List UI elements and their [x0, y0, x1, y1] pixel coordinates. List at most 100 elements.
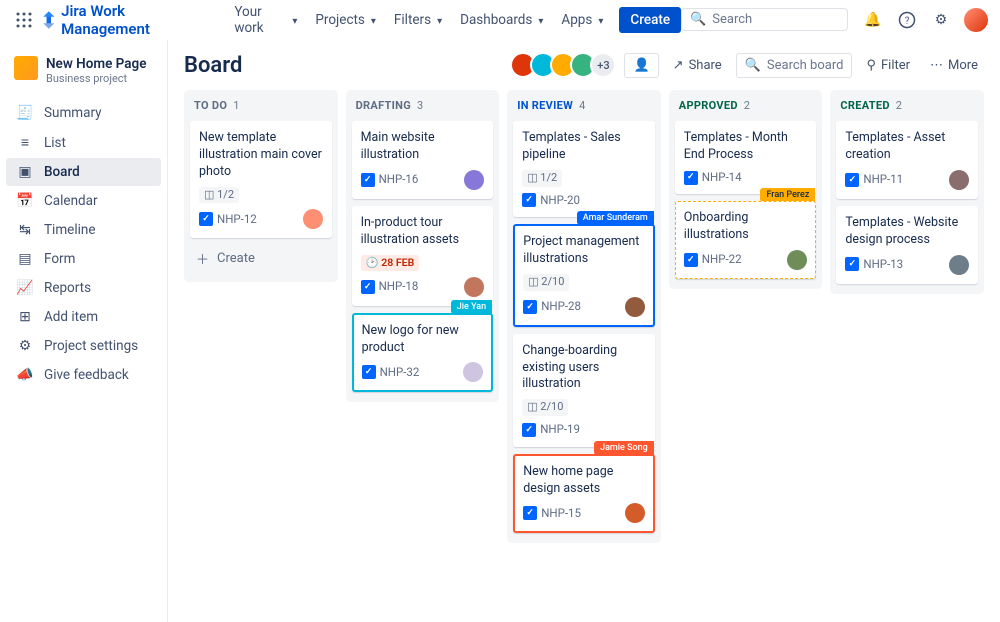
sidebar-item-label: Summary: [44, 105, 102, 121]
assignee-avatar[interactable]: [463, 362, 483, 382]
user-flag: Jamie Song: [594, 441, 654, 455]
sidebar-icon: ⊞: [16, 309, 34, 325]
sidebar-item-label: Timeline: [44, 222, 96, 238]
card-title: New home page design assets: [523, 464, 645, 498]
issue-key: NHP-22: [684, 252, 742, 268]
issue-key: NHP-11: [845, 172, 903, 188]
share-button[interactable]: ↗ Share: [667, 54, 728, 77]
sidebar-icon: 🧾: [16, 105, 34, 121]
app-switcher-icon[interactable]: [12, 8, 36, 32]
issue-key: NHP-15: [523, 506, 581, 522]
assignee-avatar[interactable]: [303, 209, 323, 229]
create-button[interactable]: Create: [619, 7, 681, 33]
assignee-avatar[interactable]: [949, 255, 969, 275]
add-people-button[interactable]: 👤: [624, 53, 658, 78]
card[interactable]: Templates - Asset creationNHP-11: [836, 121, 978, 199]
sidebar-item-summary[interactable]: 🧾 Summary: [6, 99, 161, 127]
column-title: DRAFTING: [356, 99, 411, 112]
sidebar-item-list[interactable]: ≡List: [6, 128, 161, 157]
sidebar-item-add-item[interactable]: ⊞Add item: [6, 303, 161, 331]
sidebar-item-board[interactable]: ▣ Board: [6, 158, 161, 186]
sidebar-item-reports[interactable]: 📈Reports: [6, 274, 161, 302]
task-icon: [845, 257, 859, 271]
card[interactable]: Change-boarding existing users illustrat…: [513, 334, 655, 447]
assignee-avatar[interactable]: [464, 170, 484, 190]
card[interactable]: New logo for new productNHP-32: [352, 313, 494, 393]
create-issue[interactable]: ＋Create: [190, 245, 332, 272]
column-title: APPROVED: [679, 99, 738, 112]
sidebar-item-label: Reports: [44, 280, 91, 296]
sidebar-item-project-settings[interactable]: ⚙Project settings: [6, 332, 161, 360]
profile-avatar[interactable]: [964, 8, 988, 32]
sidebar-item-form[interactable]: ▤Form: [6, 245, 161, 273]
sidebar-item-label: Give feedback: [44, 367, 129, 383]
sidebar-item-give-feedback[interactable]: 📣Give feedback: [6, 361, 161, 389]
issue-key: NHP-12: [199, 212, 257, 228]
sidebar-item-timeline[interactable]: ↹ Timeline: [6, 216, 161, 244]
assignee-avatar[interactable]: [625, 297, 645, 317]
card-title: Main website illustration: [361, 130, 485, 164]
card[interactable]: New home page design assets NHP-15: [513, 454, 655, 534]
column-count: 2: [744, 99, 750, 112]
subtask-progress: ◫ 1/2: [522, 170, 562, 187]
card[interactable]: Onboarding illustrationsNHP-22: [675, 201, 817, 279]
board: TO DO1New template illustration main cov…: [184, 90, 984, 543]
nav-item[interactable]: Apps: [553, 8, 611, 32]
notifications-icon[interactable]: 🔔: [862, 9, 884, 31]
card-title: Project management illustrations: [523, 234, 645, 268]
column: IN REVIEW4Templates - Sales pipeline◫ 1/…: [507, 90, 661, 543]
nav-item[interactable]: Filters: [386, 8, 450, 32]
issue-key: NHP-19: [522, 422, 580, 438]
help-icon[interactable]: ?: [896, 9, 918, 31]
card[interactable]: Templates - Sales pipeline◫ 1/2NHP-20Ama…: [513, 121, 655, 217]
column: CREATED2Templates - Asset creationNHP-11…: [830, 90, 984, 294]
column: TO DO1New template illustration main cov…: [184, 90, 338, 282]
column: DRAFTING3Main website illustrationNHP-16…: [346, 90, 500, 402]
card-title: New logo for new product: [362, 323, 484, 357]
chevron-down-icon: [536, 12, 543, 28]
sidebar-item-label: Board: [44, 164, 80, 180]
card[interactable]: Templates - Website design processNHP-13: [836, 206, 978, 284]
task-icon: [684, 253, 698, 267]
avatar-overflow[interactable]: +3: [590, 52, 616, 78]
board-search[interactable]: 🔍 Search board: [736, 53, 853, 78]
task-icon: [684, 171, 698, 185]
assignee-avatar[interactable]: [464, 277, 484, 297]
assignee-avatar[interactable]: [625, 503, 645, 523]
task-icon: [523, 300, 537, 314]
global-search[interactable]: 🔍 Search: [681, 8, 848, 31]
column-title: TO DO: [194, 99, 227, 112]
assignee-avatar[interactable]: [787, 250, 807, 270]
sidebar-item-calendar[interactable]: 📅Calendar: [6, 187, 161, 215]
card[interactable]: Templates - Month End ProcessNHP-14Fran …: [675, 121, 817, 194]
assignee-avatar[interactable]: [949, 170, 969, 190]
filter-button[interactable]: ⚲ Filter: [860, 54, 916, 77]
chevron-down-icon: [435, 12, 442, 28]
card-title: Templates - Website design process: [845, 215, 969, 249]
settings-icon[interactable]: ⚙: [930, 9, 952, 31]
task-icon: [522, 193, 536, 207]
column-count: 2: [896, 99, 902, 112]
search-icon: 🔍: [690, 12, 706, 27]
product-logo[interactable]: Jira Work Management: [40, 2, 215, 38]
more-button[interactable]: ⋯ More: [924, 54, 984, 77]
nav-item[interactable]: Your work: [226, 0, 305, 40]
card[interactable]: In-product tour illustration assets🕑 28 …: [352, 206, 494, 306]
sidebar-icon: ▣: [16, 164, 34, 180]
card[interactable]: Main website illustrationNHP-16: [352, 121, 494, 199]
nav-item[interactable]: Dashboards: [452, 8, 551, 32]
card[interactable]: New template illustration main cover pho…: [190, 121, 332, 238]
card-title: Templates - Sales pipeline: [522, 130, 646, 164]
sidebar-icon: ↹: [16, 222, 34, 238]
nav-item[interactable]: Projects: [307, 8, 384, 32]
sidebar-item-label: Calendar: [44, 193, 98, 209]
due-date-overdue: 🕑 28 FEB: [361, 255, 420, 271]
nav-menu: Your workProjectsFiltersDashboardsApps: [226, 0, 611, 40]
issue-key: NHP-20: [522, 193, 580, 209]
sidebar-item-label: Project settings: [44, 338, 138, 354]
card[interactable]: Project management illustrations◫ 2/10NH…: [513, 224, 655, 327]
sidebar-item-label: Form: [44, 251, 75, 267]
project-header[interactable]: New Home Page Business project: [6, 50, 161, 97]
subtask-progress: ◫ 2/10: [522, 399, 568, 416]
board-avatars[interactable]: +3: [516, 52, 616, 78]
